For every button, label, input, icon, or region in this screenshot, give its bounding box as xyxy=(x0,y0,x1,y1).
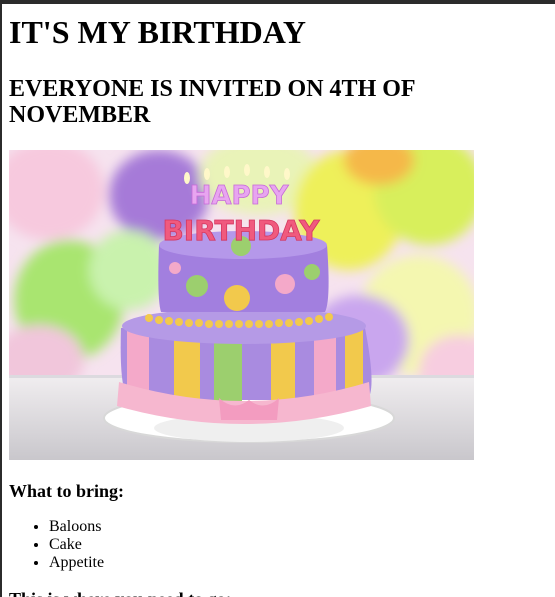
page-title: IT'S MY BIRTHDAY xyxy=(9,14,307,50)
cake-topper-birthday: BIRTHDAY xyxy=(162,214,320,247)
page-content: IT'S MY BIRTHDAY EVERYONE IS INVITED ON … xyxy=(9,4,549,597)
page-subtitle: EVERYONE IS INVITED ON 4TH OF NOVEMBER xyxy=(9,76,415,128)
list-item: Appetite xyxy=(49,554,549,572)
directions-heading: This is where you need to go: xyxy=(9,588,549,597)
list-item: Baloons xyxy=(49,518,549,536)
bring-heading: What to bring: xyxy=(9,481,125,501)
cake-topper-happy: HAPPY xyxy=(190,181,290,211)
list-item: Cake xyxy=(49,536,549,554)
bring-list: Baloons Cake Appetite xyxy=(9,518,549,572)
birthday-cake-image: HAPPY BIRTHDAY xyxy=(9,150,474,460)
window-left-edge xyxy=(0,4,2,597)
